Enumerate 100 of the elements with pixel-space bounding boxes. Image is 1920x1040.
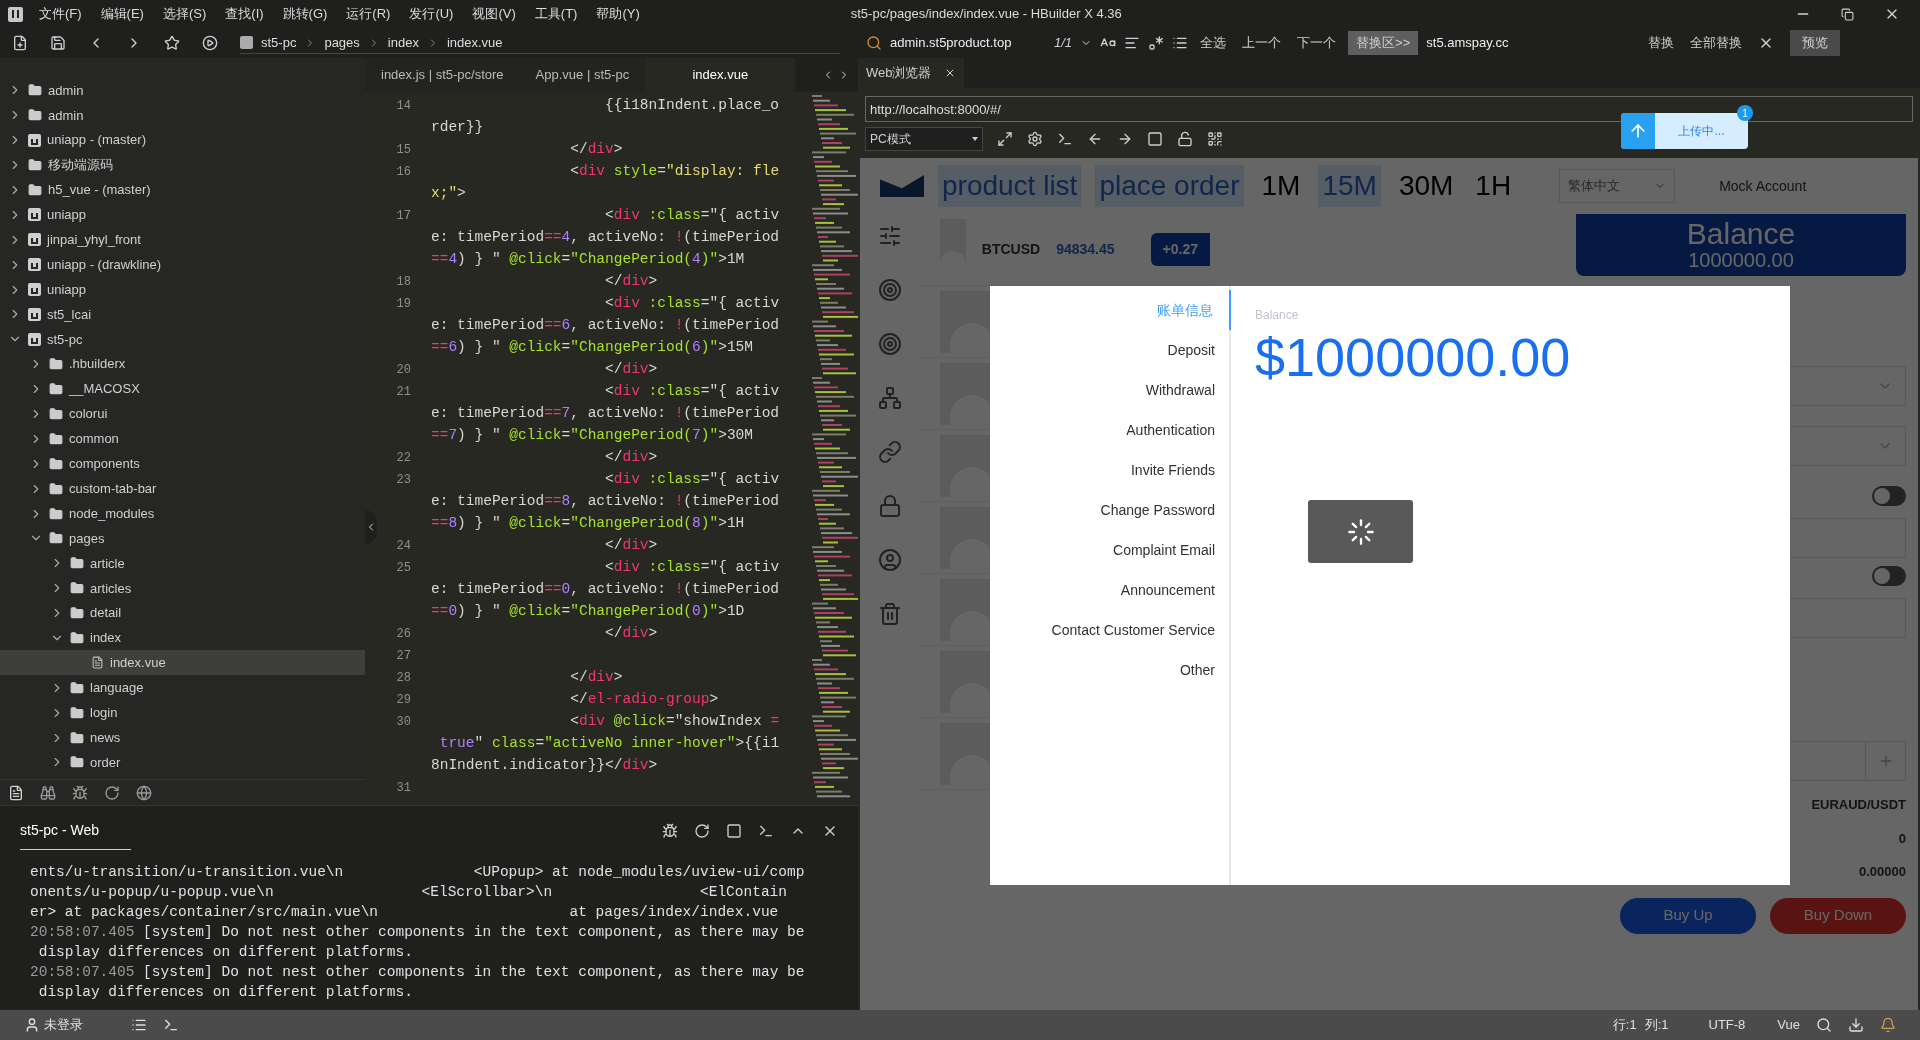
whole-word-icon[interactable] bbox=[1124, 35, 1141, 51]
menu-item[interactable]: 发行(U) bbox=[409, 4, 454, 24]
terminal-icon[interactable] bbox=[163, 1017, 179, 1033]
toggle-switch[interactable] bbox=[1872, 566, 1906, 586]
replace-action-button[interactable]: 替换 bbox=[1644, 33, 1679, 53]
replace-field[interactable]: st5.amspay.cc bbox=[1426, 33, 1637, 53]
globe-icon[interactable] bbox=[136, 784, 152, 801]
target-icon[interactable] bbox=[878, 332, 902, 356]
dialog-menu-item[interactable]: Announcement bbox=[1120, 570, 1231, 610]
tree-item[interactable]: admin bbox=[0, 78, 365, 103]
regex-icon[interactable] bbox=[1148, 35, 1165, 51]
period-tab[interactable]: 30M bbox=[1394, 165, 1458, 207]
user-icon[interactable] bbox=[878, 548, 902, 572]
breadcrumb-item[interactable]: st5-pc bbox=[261, 32, 297, 53]
user-icon[interactable] bbox=[24, 1017, 40, 1033]
search-icon[interactable] bbox=[1816, 1017, 1832, 1033]
explorer-icon[interactable] bbox=[8, 784, 24, 801]
unlock-icon[interactable] bbox=[1177, 131, 1193, 147]
tree-item[interactable]: language bbox=[0, 675, 365, 701]
tree-item[interactable]: st5-pc bbox=[0, 326, 365, 352]
tree-item[interactable]: uniapp bbox=[0, 277, 365, 302]
menu-item[interactable]: 工具(T) bbox=[534, 4, 578, 24]
star-icon[interactable] bbox=[164, 35, 180, 51]
dialog-menu-item[interactable]: Invite Friends bbox=[1130, 450, 1231, 490]
tree-item[interactable]: admin bbox=[0, 102, 365, 128]
tree-item[interactable]: jinpai_yhyl_front bbox=[0, 227, 365, 253]
refresh-icon[interactable] bbox=[104, 784, 120, 801]
toggle-switch[interactable] bbox=[1872, 486, 1906, 506]
tree-item[interactable]: components bbox=[0, 451, 365, 477]
tree-item[interactable]: index.vue bbox=[0, 650, 365, 676]
tree-item[interactable]: uniapp - (master) bbox=[0, 127, 365, 153]
dialog-menu-item[interactable]: Authentication bbox=[1126, 410, 1231, 450]
menu-item[interactable]: 编辑(E) bbox=[100, 4, 144, 24]
tree-item[interactable]: colorui bbox=[0, 401, 365, 427]
tree-item[interactable]: .hbuilderx bbox=[0, 351, 365, 377]
qr-code-icon[interactable] bbox=[1207, 131, 1223, 147]
restart-icon[interactable] bbox=[694, 823, 710, 839]
period-tab[interactable]: 1M bbox=[1257, 165, 1305, 207]
trash-icon[interactable] bbox=[878, 602, 902, 626]
tree-item[interactable]: pages bbox=[0, 526, 365, 551]
terminal-icon[interactable] bbox=[1057, 131, 1073, 147]
tree-item[interactable]: index bbox=[0, 625, 365, 651]
console-tab[interactable]: st5-pc - Web bbox=[20, 812, 132, 850]
bug-icon[interactable] bbox=[662, 823, 678, 839]
binoculars-icon[interactable] bbox=[40, 784, 56, 801]
list-icon[interactable] bbox=[131, 1017, 147, 1033]
tree-item[interactable]: common bbox=[0, 426, 365, 452]
mode-select[interactable]: PC模式 bbox=[865, 127, 983, 151]
menu-item[interactable]: 视图(V) bbox=[472, 4, 516, 24]
forward-icon[interactable] bbox=[1117, 131, 1133, 147]
bug-icon[interactable] bbox=[72, 784, 88, 801]
tree-item[interactable]: article bbox=[0, 550, 365, 576]
editor-tab[interactable]: index.js | st5-pc/store bbox=[365, 58, 520, 92]
dialog-menu-item[interactable]: Deposit bbox=[1167, 330, 1231, 370]
menu-item[interactable]: 帮助(Y) bbox=[596, 4, 640, 24]
language-mode[interactable]: Vue bbox=[1777, 1015, 1800, 1035]
back-icon[interactable] bbox=[1087, 131, 1103, 147]
tree-item[interactable]: h5_vue - (master) bbox=[0, 177, 365, 203]
terminal-icon[interactable] bbox=[758, 823, 774, 839]
dialog-menu-item[interactable]: Withdrawal bbox=[1145, 370, 1231, 410]
dialog-menu-item[interactable]: Complaint Email bbox=[1113, 530, 1231, 570]
stop-icon[interactable] bbox=[726, 823, 742, 839]
lock-icon[interactable] bbox=[878, 494, 902, 518]
save-icon[interactable] bbox=[50, 35, 66, 51]
tree-item[interactable]: uniapp - (drawkline) bbox=[0, 252, 365, 278]
new-file-icon[interactable] bbox=[12, 35, 28, 51]
editor-tab[interactable]: index.vue bbox=[645, 58, 796, 92]
settings-icon[interactable] bbox=[1027, 131, 1043, 147]
menu-item[interactable]: 文件(F) bbox=[39, 4, 82, 24]
tree-item[interactable]: news bbox=[0, 725, 365, 751]
bell-icon[interactable] bbox=[1880, 1017, 1896, 1033]
download-icon[interactable] bbox=[1848, 1017, 1864, 1033]
tree-item[interactable]: custom-tab-bar bbox=[0, 476, 365, 502]
tree-item[interactable]: articles bbox=[0, 575, 365, 601]
menu-item[interactable]: 跳转(G) bbox=[282, 4, 328, 24]
target-icon[interactable] bbox=[878, 278, 902, 302]
tree-item[interactable]: 移动端源码 bbox=[0, 152, 365, 178]
run-icon[interactable] bbox=[202, 35, 218, 51]
replace-action-button[interactable]: 全部替换 bbox=[1686, 33, 1747, 53]
breadcrumb-item[interactable]: index bbox=[387, 32, 419, 53]
encoding-label[interactable]: UTF-8 bbox=[1708, 1015, 1746, 1035]
menu-item[interactable]: 运行(R) bbox=[346, 4, 391, 24]
menu-item[interactable]: 查找(I) bbox=[225, 4, 264, 24]
breadcrumb-item[interactable]: pages bbox=[324, 32, 360, 53]
square-icon[interactable] bbox=[1147, 131, 1163, 147]
tree-item[interactable]: uniapp bbox=[0, 202, 365, 228]
editor-tab[interactable]: App.vue | st5-pc bbox=[519, 58, 646, 92]
dialog-menu-item[interactable]: Contact Customer Service bbox=[1051, 610, 1231, 650]
find-action-button[interactable]: 全选 bbox=[1196, 33, 1231, 53]
sliders-icon[interactable] bbox=[878, 224, 902, 248]
dialog-menu-item[interactable]: Other bbox=[1180, 650, 1231, 690]
collapse-handle[interactable] bbox=[365, 510, 377, 544]
browser-tab[interactable]: Web浏览器 bbox=[858, 58, 964, 88]
find-action-button[interactable]: 上一个 bbox=[1238, 33, 1286, 53]
breadcrumb-item[interactable]: index.vue bbox=[446, 32, 503, 53]
tree-item[interactable]: login bbox=[0, 700, 365, 726]
tree-item[interactable]: __MACOSX bbox=[0, 376, 365, 402]
preview-button[interactable]: 预览 bbox=[1790, 30, 1841, 56]
menu-item[interactable]: 选择(S) bbox=[162, 4, 207, 24]
tree-item[interactable]: detail bbox=[0, 600, 365, 626]
